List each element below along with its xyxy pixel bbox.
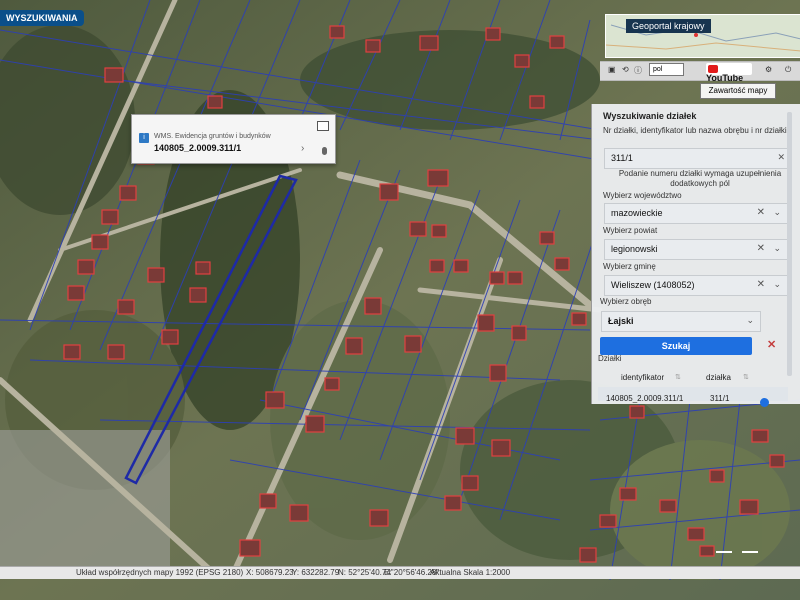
youtube-play-icon: [708, 65, 718, 73]
column-header-parcel[interactable]: działka: [706, 373, 731, 382]
search-mode-button[interactable]: WYSZUKIWANIA: [0, 10, 84, 26]
youtube-link[interactable]: YouTube: [706, 63, 752, 83]
youtube-label: YouTube: [706, 73, 744, 83]
chevron-down-icon[interactable]: ⌄: [773, 279, 781, 290]
clear-icon[interactable]: ✕: [757, 207, 765, 218]
results-label: Działki: [598, 354, 622, 363]
popup-scroll-icon[interactable]: [322, 147, 327, 155]
query-value: 311/1: [611, 153, 633, 163]
popup-layer-title: WMS. Ewidencja gruntów i budynków: [154, 133, 271, 140]
panel-title: Wyszukiwanie działek: [603, 111, 697, 121]
voivodeship-value: mazowieckie: [611, 208, 663, 218]
coord-y: Y: 632282.79: [292, 568, 340, 577]
county-select[interactable]: legionowski ✕ ⌄: [604, 239, 788, 260]
share-icon[interactable]: ⟲: [622, 65, 629, 74]
power-icon[interactable]: ⏻: [785, 65, 791, 75]
chevron-down-icon[interactable]: ⌄: [746, 315, 754, 326]
bare-field: [0, 430, 170, 570]
close-icon[interactable]: ✕: [767, 338, 776, 351]
precinct-label: Wybierz obręb: [600, 297, 652, 306]
chevron-right-icon[interactable]: ›: [301, 143, 304, 154]
clear-icon[interactable]: ✕: [757, 243, 765, 254]
sort-icon[interactable]: ⇅: [743, 373, 749, 381]
hint-text: Podanie numeru działki wymaga uzupełnien…: [618, 169, 782, 188]
sort-icon[interactable]: ⇅: [675, 373, 681, 381]
query-input[interactable]: 311/1 ✕: [604, 148, 792, 169]
coord-system: Układ współrzędnych mapy 1992 (EPSG 2180…: [76, 568, 244, 577]
county-label: Wybierz powiat: [603, 226, 658, 235]
precinct-value: Łajski: [608, 316, 634, 326]
popup-close-icon[interactable]: [317, 121, 329, 131]
commune-label: Wybierz gminę: [603, 262, 656, 271]
coord-x: X: 508679.23: [246, 568, 294, 577]
search-button[interactable]: Szukaj: [600, 337, 752, 355]
overview-map[interactable]: Geoportal krajowy: [605, 14, 800, 58]
chevron-down-icon[interactable]: ⌄: [773, 243, 781, 254]
map-contents-button[interactable]: Zawartość mapy: [700, 83, 776, 99]
info-icon[interactable]: ⓘ: [634, 65, 642, 76]
county-value: legionowski: [611, 244, 658, 254]
settings-icon[interactable]: ⚙: [765, 65, 772, 74]
current-scale: Aktualna Skala 1:2000: [430, 568, 511, 577]
print-icon[interactable]: ▣: [608, 65, 616, 74]
clear-icon[interactable]: ✕: [757, 279, 765, 290]
voivodeship-select[interactable]: mazowieckie ✕ ⌄: [604, 203, 788, 224]
precinct-select[interactable]: Łajski ⌄: [601, 311, 761, 332]
row-parcel: 311/1: [710, 394, 730, 403]
column-header-identifier[interactable]: identyfikator: [621, 373, 664, 382]
chevron-down-icon[interactable]: ⌄: [773, 207, 781, 218]
overview-title: Geoportal krajowy: [626, 19, 711, 33]
info-icon: i: [139, 133, 149, 143]
query-label: Nr działki, identyfikator lub nazwa obrę…: [603, 126, 787, 135]
clear-icon[interactable]: ✕: [777, 152, 785, 163]
status-bar: Układ współrzędnych mapy 1992 (EPSG 2180…: [0, 566, 800, 579]
top-toolbar: ▣ ⟲ ⓘ ⚙ ⏻: [600, 61, 800, 81]
row-identifier: 140805_2.0009.311/1: [606, 394, 684, 403]
panel-scrollbar[interactable]: [787, 112, 792, 376]
popup-parcel-id[interactable]: 140805_2.0009.311/1: [154, 143, 241, 153]
commune-value: Wieliszew (1408052): [611, 280, 695, 290]
language-select[interactable]: pol: [649, 63, 684, 76]
commune-select[interactable]: Wieliszew (1408052) ✕ ⌄: [604, 275, 788, 296]
zoom-to-icon[interactable]: [760, 398, 769, 407]
voivodeship-label: Wybierz województwo: [603, 191, 682, 200]
